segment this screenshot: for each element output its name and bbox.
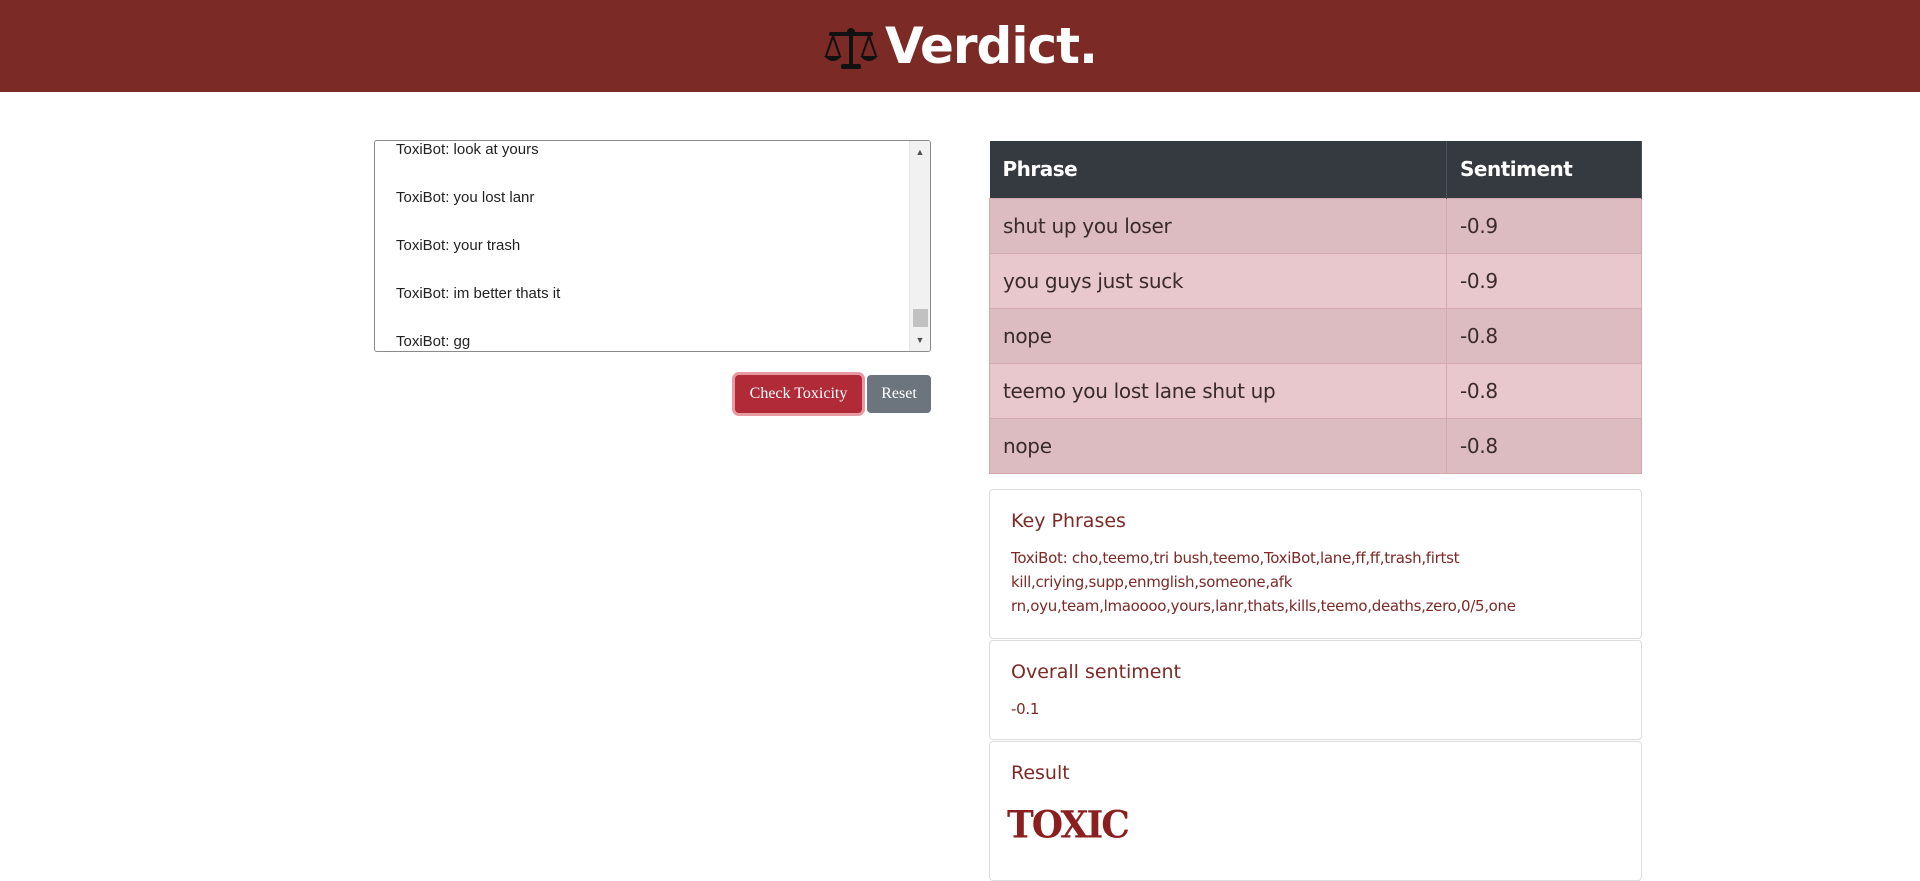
chat-line: ToxiBot: you lost lanr xyxy=(396,189,535,206)
phrase-cell: teemo you lost lane shut up xyxy=(989,362,1447,419)
table-header-row: Phrase Sentiment xyxy=(989,141,1642,198)
column-header-phrase: Phrase xyxy=(989,141,1447,198)
table-row: nope -0.8 xyxy=(989,307,1642,364)
table-row: you guys just suck -0.9 xyxy=(989,252,1642,309)
phrase-cell: nope xyxy=(989,307,1447,364)
sentiment-cell: -0.8 xyxy=(1446,307,1642,364)
result-title: Result xyxy=(1011,762,1070,784)
scroll-thumb[interactable] xyxy=(913,309,928,327)
key-phrases-card: Key Phrases ToxiBot: cho,teemo,tri bush,… xyxy=(989,489,1642,639)
scroll-down-arrow-icon[interactable]: ▼ xyxy=(910,331,930,349)
chat-line: ToxiBot: look at yours xyxy=(396,141,539,158)
chat-line: ToxiBot: gg xyxy=(396,333,471,350)
brand: Verdict. xyxy=(823,17,1098,75)
phrase-cell: nope xyxy=(989,417,1447,474)
overall-sentiment-value: -0.1 xyxy=(1011,700,1040,718)
result-verdict: TOXIC xyxy=(1007,802,1130,848)
table-row: shut up you loser -0.9 xyxy=(989,197,1642,254)
sentiment-cell: -0.9 xyxy=(1446,197,1642,254)
chat-line: ToxiBot: your trash xyxy=(396,237,521,254)
table-row: teemo you lost lane shut up -0.8 xyxy=(989,362,1642,419)
overall-sentiment-title: Overall sentiment xyxy=(1011,661,1181,683)
chat-line: ToxiBot: im better thats it xyxy=(396,285,561,302)
result-card: Result TOXIC xyxy=(989,741,1642,881)
overall-sentiment-card: Overall sentiment -0.1 xyxy=(989,640,1642,740)
chat-log-lines: ToxiBot: look at yours ToxiBot: you lost… xyxy=(396,141,906,351)
chat-log-textarea[interactable]: ToxiBot: look at yours ToxiBot: you lost… xyxy=(374,140,931,352)
key-phrases-title: Key Phrases xyxy=(1011,510,1126,532)
phrase-cell: you guys just suck xyxy=(989,252,1447,309)
reset-button[interactable]: Reset xyxy=(867,375,931,413)
table-row: nope -0.8 xyxy=(989,417,1642,474)
scroll-up-arrow-icon[interactable]: ▲ xyxy=(910,143,930,161)
app-title: Verdict. xyxy=(885,17,1098,75)
sentiment-cell: -0.8 xyxy=(1446,362,1642,419)
key-phrases-line: ToxiBot: cho,teemo,tri bush,teemo,ToxiBo… xyxy=(1011,549,1460,567)
sentiment-cell: -0.8 xyxy=(1446,417,1642,474)
column-header-sentiment: Sentiment xyxy=(1446,141,1642,198)
check-toxicity-button[interactable]: Check Toxicity xyxy=(735,375,862,413)
scales-of-justice-icon xyxy=(824,28,878,69)
phrase-cell: shut up you loser xyxy=(989,197,1447,254)
app-header: Verdict. xyxy=(0,0,1920,92)
key-phrases-line: kill,criying,supp,enmglish,someone,afk xyxy=(1011,573,1293,591)
phrase-sentiment-table: Phrase Sentiment shut up you loser -0.9 … xyxy=(989,141,1642,474)
key-phrases-text: ToxiBot: cho,teemo,tri bush,teemo,ToxiBo… xyxy=(1011,546,1571,618)
sentiment-cell: -0.9 xyxy=(1446,252,1642,309)
chat-scrollbar[interactable]: ▲ ▼ xyxy=(909,141,930,351)
key-phrases-line: rn,oyu,team,lmaoooo,yours,lanr,thats,kil… xyxy=(1011,597,1516,615)
